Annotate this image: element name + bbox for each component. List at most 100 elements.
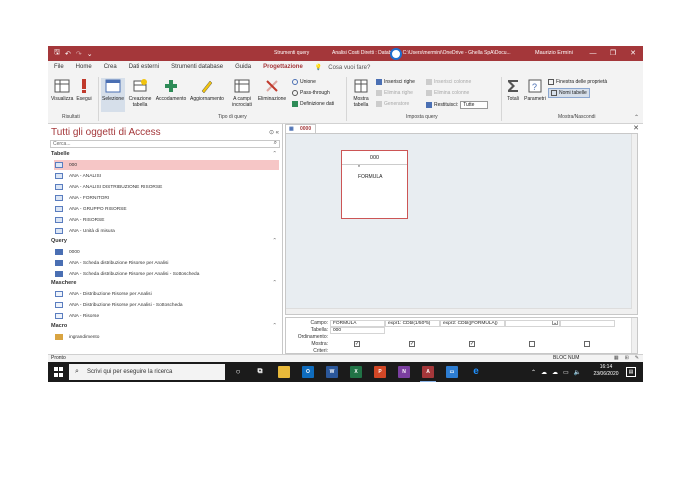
grid-field-cell-empty[interactable]: ⌄ [505, 320, 560, 327]
nav-item-table[interactable]: ANA - Unità di misura [54, 226, 279, 236]
dropdown-chevron-icon[interactable]: ⌄ [552, 321, 558, 326]
visualizza-button[interactable]: Visualizza [51, 78, 73, 102]
table-pane[interactable]: 000 * FORMULA [285, 133, 638, 315]
nav-item-table[interactable]: ANA - RISORSE [54, 215, 279, 225]
tab-home[interactable]: Home [70, 61, 98, 74]
chevron-up-icon[interactable]: ⌃ [531, 369, 536, 376]
windows-start-icon[interactable] [54, 367, 64, 377]
battery-icon[interactable]: ▭ [563, 369, 569, 376]
nav-item-query[interactable]: 0000 [54, 247, 279, 257]
onedrive-icon[interactable]: ☁ [552, 369, 558, 376]
generatore-button[interactable]: Generatore [376, 101, 409, 107]
datasheet-view-icon[interactable]: ▦ [614, 355, 619, 362]
parametri-button[interactable]: ? Parametri [523, 78, 547, 102]
totali-button[interactable]: Totali [504, 78, 522, 102]
file-explorer-icon[interactable] [278, 366, 290, 378]
restore-button[interactable]: ❐ [603, 46, 623, 61]
eliminazione-button[interactable]: Eliminazione [257, 78, 287, 102]
vertical-scrollbar[interactable] [631, 134, 637, 314]
grid-field-cell[interactable]: expr2: CDbl([FORMULA]) [440, 320, 505, 327]
grid-vertical-scrollbar[interactable] [631, 318, 637, 353]
tab-file[interactable]: File [48, 61, 70, 74]
tab-strumenti-database[interactable]: Strumenti database [165, 61, 229, 74]
close-document-icon[interactable]: ✕ [633, 124, 639, 132]
show-checkbox[interactable] [529, 341, 535, 347]
horizontal-scrollbar[interactable] [286, 308, 632, 314]
nav-item-form[interactable]: ANA - Distribuzione Risorse per Analisi [54, 289, 279, 299]
section-maschere[interactable]: Maschere ⌃ [51, 280, 277, 286]
finestra-proprieta-button[interactable]: Finestra delle proprietà [548, 79, 607, 85]
taskbar-search-box[interactable]: ⌕ Scrivi qui per eseguire la ricerca [69, 364, 225, 380]
show-checkbox[interactable] [584, 341, 590, 347]
cortana-icon[interactable]: ○ [232, 366, 244, 378]
tab-dati-esterni[interactable]: Dati esterni [123, 61, 165, 74]
inserisci-colonne-button[interactable]: Inserisci colonne [426, 79, 471, 85]
selezione-button[interactable]: Selezione [101, 78, 125, 112]
minimize-button[interactable]: — [583, 46, 603, 61]
save-icon[interactable]: 🖫 [54, 48, 60, 59]
powerpoint-icon[interactable]: P [374, 366, 386, 378]
sql-view-icon[interactable]: ⊞ [625, 355, 629, 362]
grid-field-cell[interactable]: expr1: CDbl(1/50*5) [385, 320, 440, 327]
grid-field-cell-empty[interactable] [560, 320, 615, 327]
word-icon[interactable]: W [326, 366, 338, 378]
nav-item-form[interactable]: ANA - Distribuzione Risorse per Analisi … [54, 300, 279, 310]
creazione-tabella-button[interactable]: Creazione tabella [127, 78, 153, 108]
volume-icon[interactable]: 🔈 [574, 369, 581, 376]
user-name[interactable]: Maurizio Ermini [535, 46, 573, 61]
field-list-table[interactable]: 000 * FORMULA [341, 150, 408, 219]
elimina-righe-button[interactable]: Elimina righe [376, 90, 413, 96]
pass-through-button[interactable]: Pass-through [292, 90, 330, 96]
restituisci-select[interactable]: Tutte [460, 101, 489, 109]
tab-crea[interactable]: Crea [98, 61, 123, 74]
grid-table-cell[interactable]: 000 [330, 327, 385, 334]
internet-explorer-icon[interactable]: e [470, 366, 482, 378]
nav-item-table[interactable]: 000 [54, 160, 279, 170]
network-icon[interactable]: ☁ [541, 369, 547, 376]
nav-item-macro[interactable]: ingrandimento [54, 332, 279, 342]
mostra-tabella-button[interactable]: Mostra tabella [349, 78, 373, 108]
task-view-icon[interactable]: ⧉ [254, 366, 266, 378]
outlook-icon[interactable]: O [302, 366, 314, 378]
elimina-colonne-button[interactable]: Elimina colonne [426, 90, 469, 96]
nav-item-form[interactable]: ANA - Risorse [54, 311, 279, 321]
document-tab[interactable]: ▦ 0000 [285, 124, 317, 133]
section-query[interactable]: Query ⌃ [51, 238, 277, 244]
nav-search-input[interactable]: Cerca... ⌕ [50, 140, 280, 148]
remote-desktop-icon[interactable]: ▭ [446, 366, 458, 378]
show-checkbox[interactable]: ✓ [469, 341, 475, 347]
access-icon[interactable]: A [420, 366, 436, 382]
a-campi-incrociati-button[interactable]: A campi incrociati [228, 78, 256, 108]
field-list-title[interactable]: 000 [342, 151, 407, 165]
aggiornamento-button[interactable]: Aggiornamento [188, 78, 226, 102]
nav-menu-icon[interactable]: ⊙ [269, 130, 274, 136]
field-list-field[interactable]: FORMULA [342, 174, 407, 180]
close-button[interactable]: ✕ [623, 46, 643, 61]
show-checkbox[interactable]: ✓ [354, 341, 360, 347]
redo-icon[interactable]: ↷ [76, 50, 82, 58]
grid-field-cell[interactable]: FORMULA [330, 320, 385, 327]
field-list-all-fields[interactable]: * [342, 165, 407, 171]
show-checkbox[interactable]: ✓ [409, 341, 415, 347]
nomi-tabelle-button[interactable]: Nomi tabelle [548, 88, 590, 98]
nav-item-query[interactable]: ANA - Scheda distribuzione Risorse per A… [54, 269, 279, 279]
onenote-icon[interactable]: N [398, 366, 410, 378]
excel-icon[interactable]: X [350, 366, 362, 378]
undo-icon[interactable]: ↶ [65, 50, 71, 58]
definizione-dati-button[interactable]: Definizione dati [292, 101, 334, 107]
esegui-button[interactable]: Esegui [75, 78, 93, 102]
section-tabelle[interactable]: Tabelle ⌃ [51, 151, 277, 157]
nav-item-table[interactable]: ANA - ANALISI [54, 171, 279, 181]
tab-guida[interactable]: Guida [229, 61, 257, 74]
nav-collapse-icon[interactable]: « [276, 130, 279, 136]
nav-item-query[interactable]: ANA - Scheda distribuzione Risorse per A… [54, 258, 279, 268]
collapse-ribbon-icon[interactable]: ⌃ [634, 114, 639, 121]
nav-item-table[interactable]: ANA - ANALISI DISTRIBUZIONE RISORSE [54, 182, 279, 192]
nav-item-table[interactable]: ANA - GRUPPO RISORSE [54, 204, 279, 214]
tell-me-input[interactable]: Cosa vuoi fare? [322, 65, 370, 71]
taskbar-clock[interactable]: 16:14 23/06/2020 [591, 364, 621, 378]
inserisci-righe-button[interactable]: Inserisci righe [376, 79, 415, 85]
accodamento-button[interactable]: Accodamento [155, 78, 187, 102]
notifications-icon[interactable]: ▤ [626, 367, 636, 377]
design-view-icon[interactable]: ✎ [635, 355, 639, 362]
